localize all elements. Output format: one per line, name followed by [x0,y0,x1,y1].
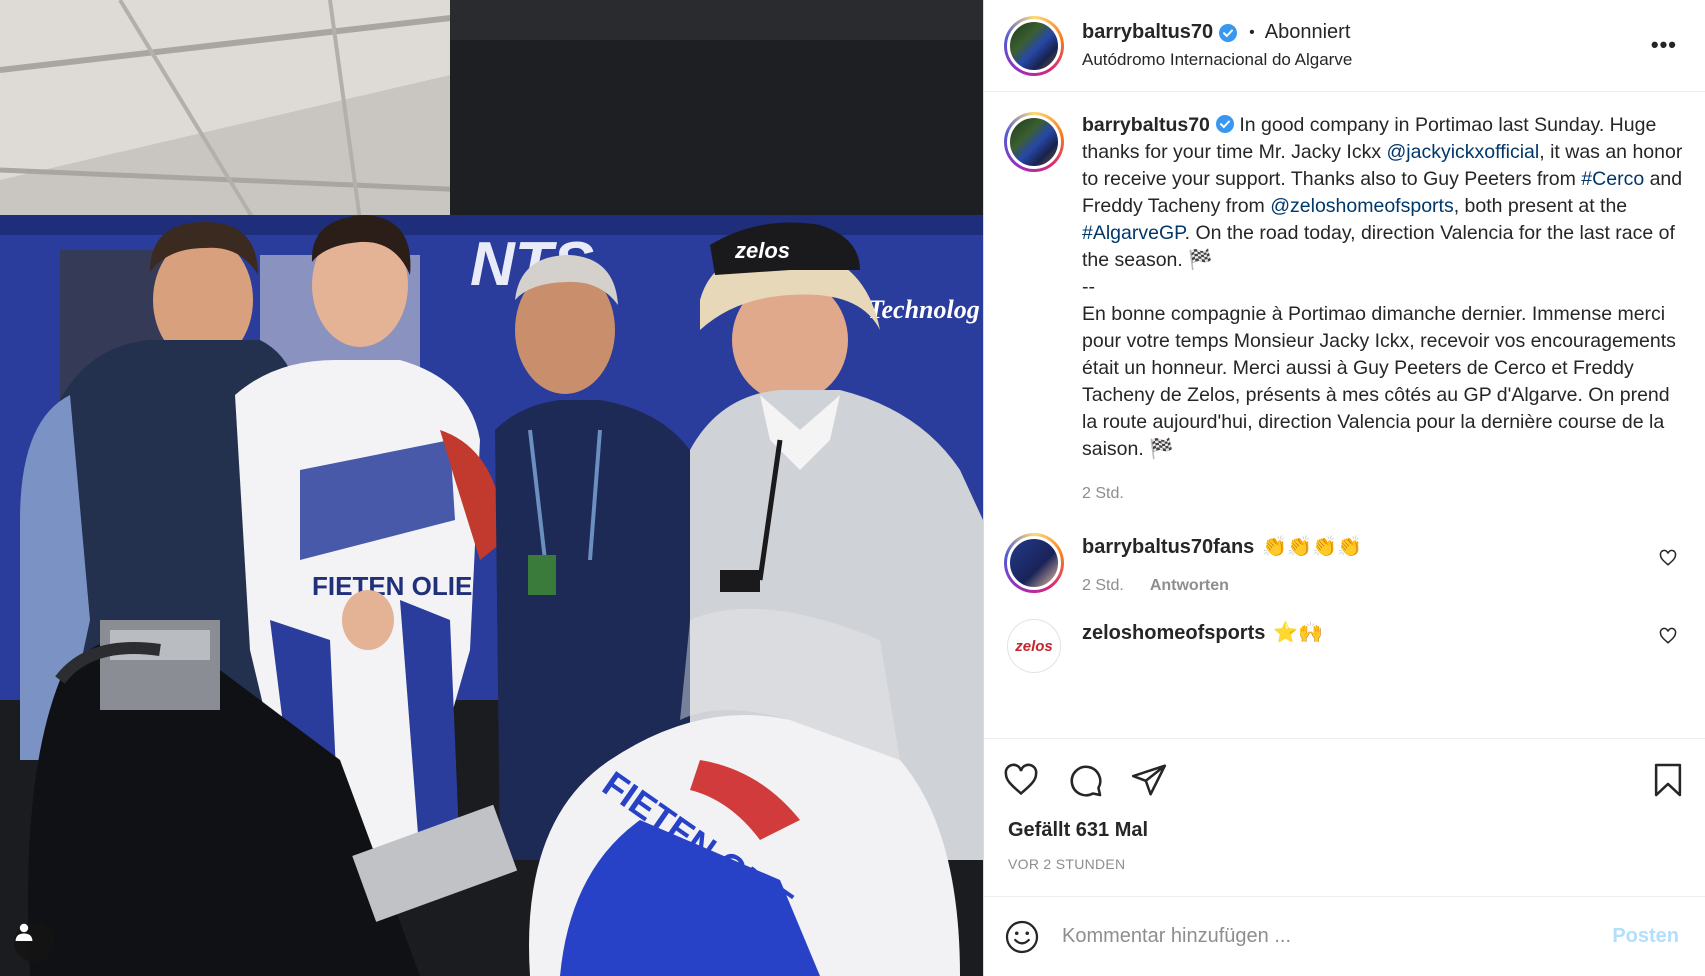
comment-item: zelos zeloshomeofsports ⭐🙌 [1004,619,1685,673]
commenter-avatar[interactable]: zelos [1007,619,1061,673]
banner-tech-text: Technolog [868,295,980,324]
emoji-icon[interactable] [1004,919,1040,955]
comment-input[interactable] [1062,925,1613,948]
comments-section[interactable]: barrybaltus70 In good company in Portima… [984,92,1705,739]
hashtag-link[interactable]: #AlgarveGP [1082,222,1185,244]
zelos-logo: zelos [1015,637,1053,655]
post-location[interactable]: Autódromo Internacional do Algarve [1082,50,1352,70]
post-side-panel: barrybaltus70 • Abonniert Autódromo Inte… [983,0,1705,976]
commenter-avatar[interactable] [1004,533,1064,593]
caption-text: barrybaltus70 In good company in Portima… [1082,112,1685,463]
reply-button[interactable]: Antworten [1150,577,1229,595]
verified-badge-icon [1215,115,1234,133]
author-username[interactable]: barrybaltus70 [1082,21,1213,44]
caption-author-avatar[interactable] [1004,112,1064,172]
comment-icon[interactable] [1066,761,1104,799]
bookmark-icon[interactable] [1649,761,1687,799]
user-tags-button[interactable] [14,922,54,962]
verified-badge-icon [1219,23,1238,42]
likes-count[interactable]: Gefällt 631 Mal [984,819,1705,842]
more-options-icon[interactable]: ••• [1651,32,1677,58]
caption-timestamp[interactable]: 2 Std. [1082,485,1124,503]
mention-link[interactable]: @jackyickxofficial [1387,141,1540,163]
add-comment-bar: Posten [984,896,1705,976]
follow-status-button[interactable]: Abonniert [1265,21,1351,44]
comment-text: 👏👏👏👏 [1262,536,1362,558]
comment-item: barrybaltus70fans 👏👏👏👏 2 Std. Antworten [1004,533,1685,595]
post-header: barrybaltus70 • Abonniert Autódromo Inte… [984,0,1705,92]
like-comment-icon[interactable] [1659,549,1677,572]
caption-segment: , both present at the [1453,195,1633,217]
post-photo[interactable]: NTS Technolog FIETEN OLIE zelos FIETEN O… [0,0,983,976]
comment-text: ⭐🙌 [1273,622,1324,644]
like-icon[interactable] [1002,761,1040,799]
post-comment-button[interactable]: Posten [1612,925,1679,948]
cap-brand-text: zelos [734,238,790,263]
caption-username[interactable]: barrybaltus70 [1082,114,1210,136]
mention-link[interactable]: @zeloshomeofsports [1270,195,1453,217]
author-info: barrybaltus70 • Abonniert Autódromo Inte… [1082,21,1352,70]
comment-timestamp[interactable]: 2 Std. [1082,577,1124,595]
post-time[interactable]: VOR 2 STUNDEN [984,856,1705,872]
commenter-username[interactable]: barrybaltus70fans [1082,533,1254,561]
separator-dot: • [1249,23,1255,41]
caption-segment: . On the road today, direction Valencia … [1082,222,1676,460]
photo-illustration: NTS Technolog FIETEN OLIE zelos FIETEN O… [0,0,983,976]
suit-brand-text: FIETEN OLIE [312,571,472,601]
share-icon[interactable] [1130,761,1168,799]
author-avatar[interactable] [1004,15,1064,76]
person-icon [15,923,33,941]
like-comment-icon[interactable] [1659,627,1677,650]
commenter-username[interactable]: zeloshomeofsports [1082,619,1265,647]
caption: barrybaltus70 In good company in Portima… [1004,112,1685,503]
instagram-post: NTS Technolog FIETEN OLIE zelos FIETEN O… [0,0,1705,976]
hashtag-link[interactable]: #Cerco [1581,168,1644,190]
action-bar [984,739,1705,821]
